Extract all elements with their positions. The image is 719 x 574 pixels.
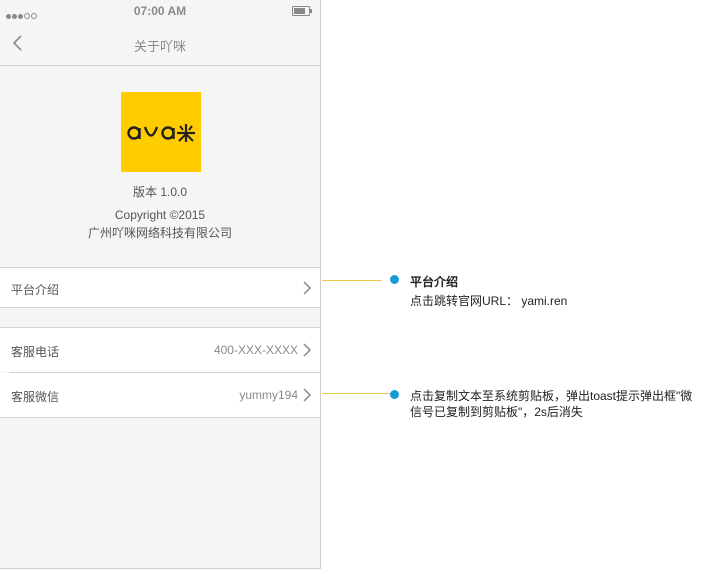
wechat-value: yummy194 [239, 388, 298, 402]
phone-mockup: 07:00 AM 关于吖咪 版本 1.0.0 Copyright ©2015 广… [0, 0, 321, 569]
annotation-text: 点击复制文本至系统剪贴板，弹出toast提示弹出框"微 信号已复制到剪贴板"，2… [410, 388, 718, 420]
annotation-dot [390, 390, 399, 399]
nav-bar: 关于吖咪 [0, 22, 320, 66]
page-title: 关于吖咪 [133, 39, 186, 54]
annotation-dot [390, 275, 399, 284]
row-label: 客服电话 [11, 345, 60, 359]
row-label: 平台介绍 [11, 283, 60, 297]
phone-value: 400-XXX-XXXX [213, 343, 298, 357]
app-logo [121, 92, 201, 172]
row-platform-intro[interactable]: 平台介绍 [0, 267, 320, 308]
company-name: 广州吖咪网络科技有限公司 [87, 226, 232, 240]
status-bar: 07:00 AM [0, 0, 320, 22]
annotation-connector [322, 393, 392, 394]
row-service-wechat[interactable]: 客服微信 yummy194 [0, 373, 320, 418]
annotation-text: 点击跳转官网URL： yami.ren [410, 294, 568, 308]
version-text: 版本 1.0.0 [132, 185, 188, 199]
battery-icon [292, 6, 312, 16]
annotation-line: 信号已复制到剪贴板"，2s后消失 [410, 405, 583, 419]
chevron-right-icon [303, 343, 312, 357]
chevron-right-icon [303, 281, 312, 295]
row-service-phone[interactable]: 客服电话 400-XXX-XXXX [0, 327, 320, 372]
copyright-text: Copyright ©2015 [114, 208, 206, 222]
annotation-line: 点击复制文本至系统剪贴板，弹出toast提示弹出框"微 [410, 389, 693, 403]
row-label: 客服微信 [11, 390, 60, 404]
status-time: 07:00 AM [133, 4, 187, 18]
annotation-connector [322, 280, 382, 281]
chevron-right-icon [303, 388, 312, 402]
annotation-title: 平台介绍 [410, 275, 459, 289]
